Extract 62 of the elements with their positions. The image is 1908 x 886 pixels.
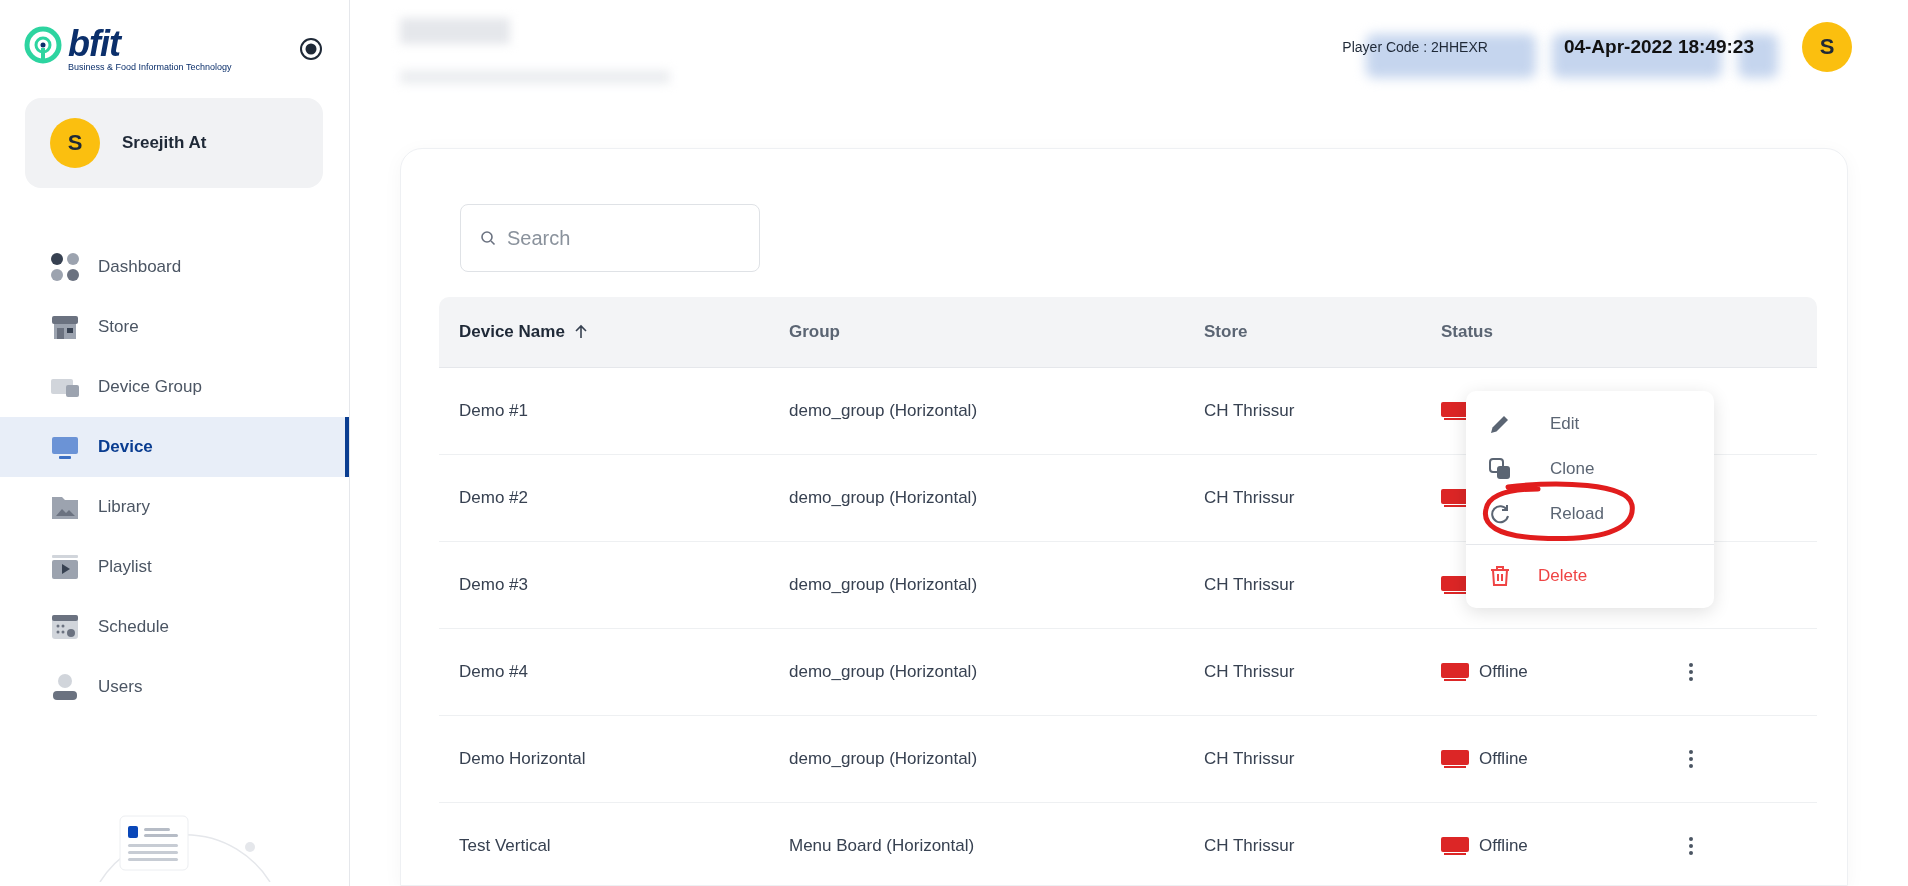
- sidebar-item[interactable]: Users: [0, 657, 349, 717]
- more-icon[interactable]: [1688, 836, 1694, 856]
- table-cell: demo_group (Horizontal): [789, 662, 978, 681]
- sidebar-item[interactable]: Playlist: [0, 537, 349, 597]
- status-text: Offline: [1479, 662, 1528, 682]
- monitor-icon: [1441, 836, 1469, 856]
- table-cell: CH Thrissur: [1204, 749, 1295, 768]
- table-cell: Demo #3: [459, 575, 528, 594]
- monitor-icon: [1441, 749, 1469, 769]
- table-cell: demo_group (Horizontal): [789, 575, 978, 594]
- player-code: Player Code : 2HHEXR: [1342, 39, 1488, 55]
- table-cell: Test Vertical: [459, 836, 551, 855]
- user-card[interactable]: S Sreejith At: [25, 98, 323, 188]
- logo-tagline: Business & Food Information Technology: [68, 62, 232, 72]
- sidebar-item[interactable]: Schedule: [0, 597, 349, 657]
- play-icon: [50, 552, 80, 582]
- toggle-icon[interactable]: [299, 37, 323, 61]
- search-field[interactable]: Search: [460, 204, 760, 272]
- menu-item[interactable]: Clone: [1466, 446, 1714, 491]
- table-cell: CH Thrissur: [1204, 575, 1295, 594]
- user-icon: [50, 672, 80, 702]
- monitor-icon: [1441, 662, 1469, 682]
- table-cell: demo_group (Horizontal): [789, 749, 978, 768]
- column-header[interactable]: Store: [1204, 322, 1248, 342]
- status-text: Offline: [1479, 749, 1528, 769]
- table-cell: Demo #4: [459, 662, 528, 681]
- status-text: Offline: [1479, 836, 1528, 856]
- menu-item[interactable]: Edit: [1466, 401, 1714, 446]
- table-cell: demo_group (Horizontal): [789, 488, 978, 507]
- user-avatar: S: [50, 118, 100, 168]
- monitor-icon: [1441, 575, 1469, 595]
- table-cell: Demo #1: [459, 401, 528, 420]
- monitor-icon: [1441, 488, 1469, 508]
- copy-icon: [1488, 456, 1512, 481]
- table-cell: CH Thrissur: [1204, 401, 1295, 420]
- table-cell: Menu Board (Horizontal): [789, 836, 975, 855]
- sidebar-item[interactable]: Dashboard: [0, 237, 349, 297]
- monitor-icon: [1441, 401, 1469, 421]
- sidebar-item[interactable]: Store: [0, 297, 349, 357]
- column-header[interactable]: Device Name: [459, 322, 565, 342]
- table-cell: CH Thrissur: [1204, 836, 1295, 855]
- table-cell: demo_group (Horizontal): [789, 401, 978, 420]
- sidebar-item[interactable]: Device Group: [0, 357, 349, 417]
- table-cell: CH Thrissur: [1204, 488, 1295, 507]
- logo-wordmark: bfit: [68, 26, 122, 62]
- column-header[interactable]: Status: [1441, 322, 1493, 342]
- profile-avatar[interactable]: S: [1802, 22, 1852, 72]
- menu-item[interactable]: Reload: [1466, 491, 1714, 536]
- trash-icon: [1488, 563, 1512, 588]
- user-name: Sreejith At: [122, 133, 207, 153]
- dashboard-icon: [50, 252, 80, 282]
- more-icon[interactable]: [1688, 662, 1694, 682]
- table-cell: Demo Horizontal: [459, 749, 586, 768]
- sidebar-item[interactable]: Library: [0, 477, 349, 537]
- table-cell: Demo #2: [459, 488, 528, 507]
- menu-item[interactable]: Delete: [1466, 553, 1714, 598]
- column-header[interactable]: Group: [789, 322, 840, 342]
- date-time: 04-Apr-2022 18:49:23: [1563, 36, 1754, 58]
- sidebar-item[interactable]: Device: [0, 417, 349, 477]
- table-cell: CH Thrissur: [1204, 662, 1295, 681]
- calendar-icon: [50, 612, 80, 642]
- more-icon[interactable]: [1688, 749, 1694, 769]
